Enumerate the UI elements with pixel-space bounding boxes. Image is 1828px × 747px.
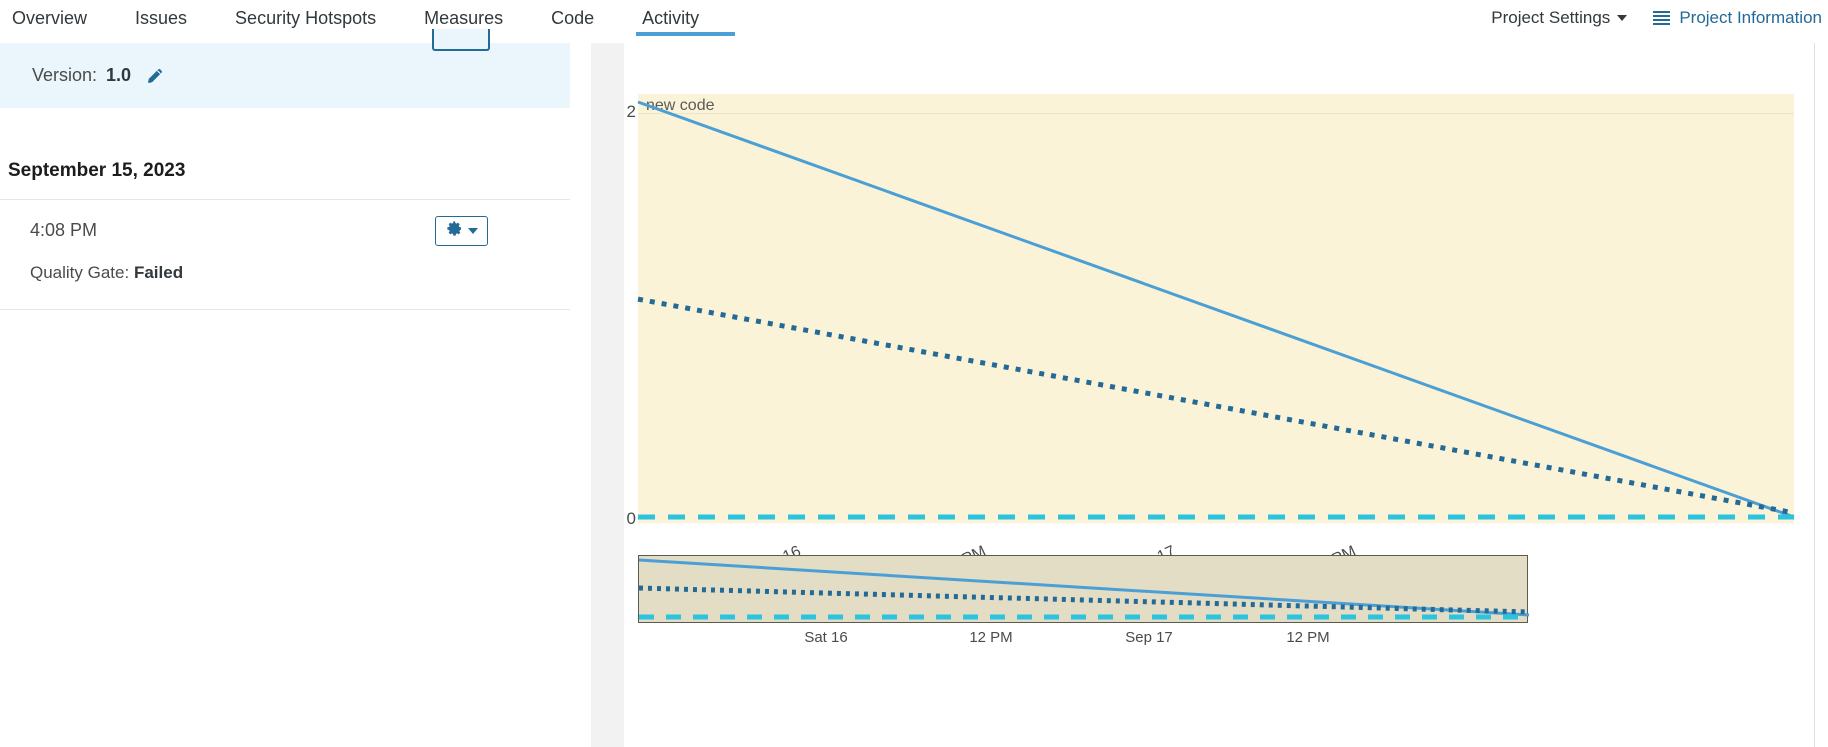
version-panel: Version: 1.0 — [0, 29, 570, 108]
main-activity-chart[interactable]: 2 0 new code Sat 16 12 PM Sep 17 12 PM — [624, 43, 1814, 580]
tab-measures-label: Measures — [424, 8, 504, 28]
project-information-link[interactable]: Project Information — [1653, 8, 1822, 28]
analysis-entry: 4:08 PM — [0, 200, 570, 246]
tab-activity[interactable]: Activity — [618, 0, 736, 42]
analysis-time: 4:08 PM — [30, 220, 98, 240]
top-navigation: Overview Issues Security Hotspots Measur… — [0, 0, 1828, 43]
tab-code[interactable]: Code — [527, 0, 618, 42]
list-icon — [1653, 10, 1671, 26]
chart-series-svg — [637, 100, 1795, 520]
project-settings-label: Project Settings — [1491, 8, 1611, 27]
activity-sidebar: Version: 1.0 September 15, 2023 4:08 PM — [0, 29, 590, 747]
tab-issues-label: Issues — [135, 8, 188, 28]
brush-tick-1: 12 PM — [969, 629, 1013, 646]
gear-icon — [446, 220, 463, 242]
quality-gate-label: Quality Gate: — [30, 263, 130, 282]
activity-page: Overview Issues Security Hotspots Measur… — [0, 0, 1828, 747]
version-label: Version: — [32, 65, 98, 85]
brush-x-labels: Sat 16 12 PM Sep 17 12 PM — [638, 629, 1530, 659]
chevron-down-icon — [1617, 15, 1628, 21]
pencil-icon[interactable] — [145, 66, 165, 86]
analysis-actions-button[interactable] — [435, 216, 488, 246]
scrollbar-thumb[interactable] — [1816, 93, 1826, 263]
brush-series-svg — [638, 558, 1530, 620]
tab-issues[interactable]: Issues — [111, 0, 211, 42]
tab-security-hotspots-label: Security Hotspots — [235, 8, 377, 28]
tab-security-hotspots[interactable]: Security Hotspots — [211, 0, 400, 42]
project-information-label: Project Information — [1679, 8, 1822, 27]
brush-tick-0: Sat 16 — [804, 629, 848, 646]
quality-gate-status: Failed — [133, 263, 184, 282]
brush-tick-3: 12 PM — [1286, 629, 1330, 646]
tab-overview-label: Overview — [12, 8, 88, 28]
quality-gate-row: Quality Gate: Failed — [0, 241, 590, 283]
version-row: Version: 1.0 — [32, 65, 165, 86]
tab-activity-label: Activity — [642, 8, 700, 28]
analysis-date-heading: September 15, 2023 — [8, 160, 186, 181]
version-value: 1.0 — [106, 65, 132, 85]
truncated-action-button[interactable] — [432, 29, 490, 51]
project-settings-dropdown[interactable]: Project Settings — [1491, 8, 1628, 28]
chevron-down-icon — [467, 228, 478, 234]
tab-overview[interactable]: Overview — [0, 0, 111, 42]
activity-chart-area: 2 0 new code Sat 16 12 PM Sep 17 12 PM — [624, 43, 1814, 747]
page-scrollbar[interactable] — [1814, 43, 1828, 747]
chart-range-brush[interactable]: Sat 16 12 PM Sep 17 12 PM — [638, 555, 1828, 705]
nav-right-actions: Project Settings Project Information — [1491, 8, 1828, 28]
sidebar-divider — [591, 43, 624, 747]
nav-tab-list: Overview Issues Security Hotspots Measur… — [0, 0, 736, 42]
tab-code-label: Code — [551, 8, 595, 28]
brush-tick-2: Sep 17 — [1125, 629, 1173, 646]
divider — [0, 309, 570, 310]
